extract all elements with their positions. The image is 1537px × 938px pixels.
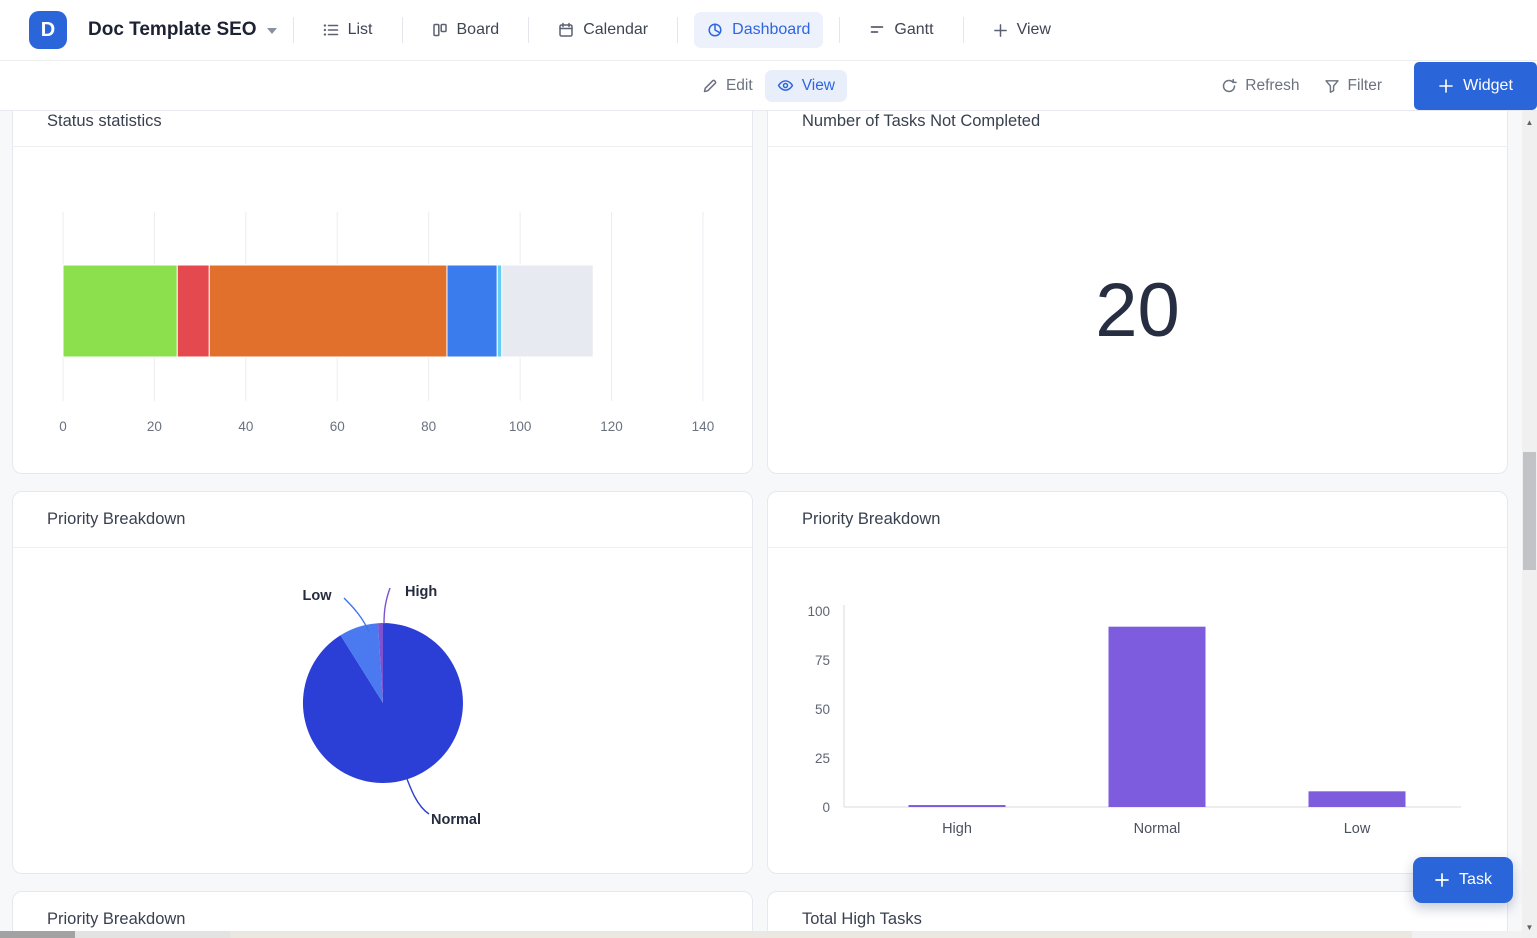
plus-icon — [1438, 78, 1454, 94]
eye-icon — [777, 77, 794, 94]
app-root: D Doc Template SEO List Board Calendar — [0, 0, 1537, 938]
tab-dashboard[interactable]: Dashboard — [694, 12, 823, 48]
divider — [677, 17, 678, 43]
add-task-button[interactable]: Task — [1413, 857, 1513, 903]
widget-title: Status statistics — [13, 111, 752, 147]
refresh-button[interactable]: Refresh — [1209, 70, 1311, 102]
tab-label: Dashboard — [732, 21, 810, 39]
widget-title: Priority Breakdown — [13, 492, 752, 548]
svg-text:0: 0 — [59, 419, 67, 434]
svg-text:High: High — [405, 584, 437, 600]
tasks-not-completed-value: 20 — [768, 147, 1507, 473]
svg-text:75: 75 — [815, 653, 830, 668]
svg-text:140: 140 — [692, 419, 715, 434]
divider — [528, 17, 529, 43]
divider — [293, 17, 294, 43]
svg-text:Normal: Normal — [431, 812, 481, 828]
priority-bar-chart: 0 25 50 75 100 High Normal Low — [768, 548, 1507, 873]
svg-text:0: 0 — [822, 800, 830, 815]
gantt-icon — [869, 22, 885, 38]
tab-label: Calendar — [583, 21, 648, 39]
tab-calendar[interactable]: Calendar — [545, 12, 661, 48]
horizontal-scrollbar[interactable] — [0, 931, 1522, 938]
plus-icon — [1434, 872, 1450, 888]
divider — [402, 17, 403, 43]
svg-text:100: 100 — [807, 604, 830, 619]
widget-priority-breakdown-pie: Priority Breakdown Normal Low High — [12, 491, 753, 874]
refresh-label: Refresh — [1245, 77, 1299, 95]
svg-text:20: 20 — [147, 419, 162, 434]
svg-text:60: 60 — [330, 419, 345, 434]
scroll-up-arrow[interactable]: ▲ — [1522, 115, 1537, 129]
svg-text:Low: Low — [1344, 821, 1371, 837]
priority-pie-chart: Normal Low High — [13, 548, 752, 873]
svg-text:50: 50 — [815, 702, 830, 717]
add-view-label: View — [1017, 21, 1051, 39]
edit-label: Edit — [726, 77, 753, 95]
widget-title: Number of Tasks Not Completed — [768, 111, 1507, 147]
svg-text:25: 25 — [815, 751, 830, 766]
svg-text:40: 40 — [238, 419, 253, 434]
list-icon — [323, 22, 339, 38]
refresh-icon — [1221, 78, 1237, 94]
add-view-button[interactable]: View — [980, 12, 1064, 48]
divider — [839, 17, 840, 43]
toolbar-right-group: Refresh Filter Widget — [1209, 61, 1537, 110]
tab-gantt[interactable]: Gantt — [856, 12, 946, 48]
dashboard-icon — [707, 22, 723, 38]
task-label: Task — [1459, 871, 1492, 889]
dashboard-grid: Status statistics 0 20 40 60 80 100 120 140 Num… — [0, 111, 1537, 938]
tab-board[interactable]: Board — [419, 12, 513, 48]
filter-icon — [1324, 78, 1340, 94]
widget-priority-breakdown-bar: Priority Breakdown 0 25 50 75 100 High Normal L… — [767, 491, 1508, 874]
svg-text:120: 120 — [600, 419, 623, 434]
tab-label: Gantt — [894, 21, 933, 39]
filter-label: Filter — [1348, 77, 1382, 95]
view-mode-button[interactable]: View — [765, 70, 847, 102]
hscroll-thumb[interactable] — [0, 931, 75, 938]
widget-label: Widget — [1463, 77, 1513, 95]
filter-button[interactable]: Filter — [1312, 70, 1394, 102]
hscroll-track — [75, 931, 230, 938]
workspace-avatar[interactable]: D — [29, 11, 67, 49]
tab-label: List — [348, 21, 373, 39]
svg-text:100: 100 — [509, 419, 532, 434]
tab-label: Board — [457, 21, 500, 39]
divider — [963, 17, 964, 43]
calendar-icon — [558, 22, 574, 38]
workspace-title-menu[interactable]: Doc Template SEO — [88, 19, 277, 41]
hscroll-track — [1412, 931, 1522, 938]
scrollbar-thumb[interactable] — [1523, 452, 1536, 570]
plus-icon — [993, 23, 1008, 38]
dashboard-toolbar: Edit View Refresh Filter — [0, 61, 1537, 111]
pencil-icon — [702, 78, 718, 94]
widget-title: Priority Breakdown — [768, 492, 1507, 548]
scroll-down-arrow[interactable]: ▼ — [1522, 920, 1537, 934]
svg-text:80: 80 — [421, 419, 436, 434]
svg-text:Normal: Normal — [1134, 821, 1181, 837]
edit-button[interactable]: Edit — [690, 70, 765, 102]
status-stacked-bar-chart: 0 20 40 60 80 100 120 140 — [13, 147, 752, 473]
widget-tasks-not-completed: Number of Tasks Not Completed 20 — [767, 111, 1508, 474]
svg-text:High: High — [942, 821, 972, 837]
chevron-down-icon — [267, 28, 277, 34]
add-widget-button[interactable]: Widget — [1414, 62, 1537, 110]
board-icon — [432, 22, 448, 38]
view-label: View — [802, 77, 835, 95]
tab-list[interactable]: List — [310, 12, 386, 48]
top-navigation: D Doc Template SEO List Board Calendar — [0, 0, 1537, 61]
page-title: Doc Template SEO — [88, 19, 257, 41]
hscroll-track — [230, 931, 1412, 938]
widget-status-statistics: Status statistics 0 20 40 60 80 100 120 140 — [12, 111, 753, 474]
vertical-scrollbar[interactable]: ▲ ▼ — [1522, 111, 1537, 938]
svg-text:Low: Low — [303, 588, 333, 604]
